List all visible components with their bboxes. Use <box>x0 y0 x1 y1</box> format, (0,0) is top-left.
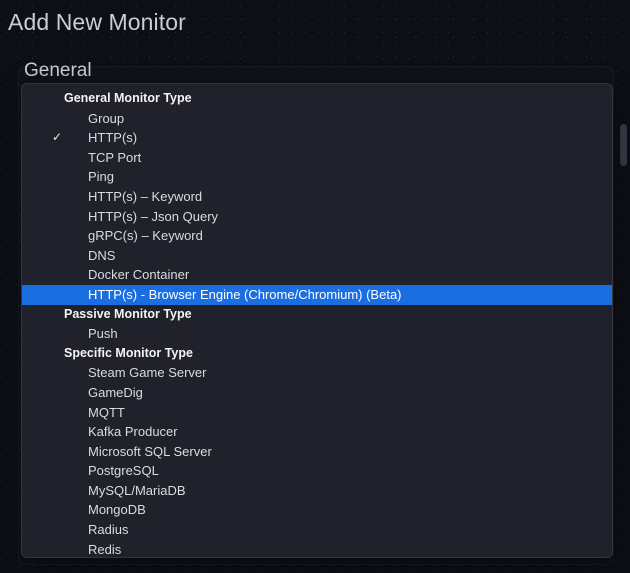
dropdown-option[interactable]: GameDig <box>22 383 612 403</box>
dropdown-option[interactable]: HTTP(s) – Keyword <box>22 187 612 207</box>
dropdown-option[interactable]: TCP Port <box>22 148 612 168</box>
dropdown-option[interactable]: Kafka Producer <box>22 422 612 442</box>
dropdown-option[interactable]: HTTP(s) <box>22 128 612 148</box>
page-title: Add New Monitor <box>8 9 186 36</box>
dropdown-option[interactable]: Docker Container <box>22 265 612 285</box>
vertical-scrollbar-thumb[interactable] <box>620 124 627 166</box>
page-background: Add New Monitor General General Monitor … <box>0 0 630 573</box>
option-group-label: Passive Monitor Type <box>22 305 612 325</box>
dropdown-option[interactable]: HTTP(s) - Browser Engine (Chrome/Chromiu… <box>22 285 612 305</box>
dropdown-option[interactable]: Microsoft SQL Server <box>22 442 612 462</box>
option-group-label: General Monitor Type <box>22 89 612 109</box>
vertical-scrollbar[interactable] <box>619 68 628 563</box>
dropdown-option[interactable]: gRPC(s) – Keyword <box>22 226 612 246</box>
dropdown-option[interactable]: Redis <box>22 540 612 558</box>
dropdown-option[interactable]: Push <box>22 324 612 344</box>
dropdown-option[interactable]: HTTP(s) – Json Query <box>22 207 612 227</box>
dropdown-option[interactable]: Radius <box>22 520 612 540</box>
dropdown-option[interactable]: Ping <box>22 167 612 187</box>
dropdown-option[interactable]: Steam Game Server <box>22 363 612 383</box>
dropdown-option[interactable]: MongoDB <box>22 500 612 520</box>
option-group-label: Specific Monitor Type <box>22 344 612 364</box>
dropdown-option[interactable]: MQTT <box>22 403 612 423</box>
dropdown-option[interactable]: MySQL/MariaDB <box>22 481 612 501</box>
dropdown-option[interactable]: PostgreSQL <box>22 461 612 481</box>
monitor-type-dropdown[interactable]: General Monitor TypeGroupHTTP(s)TCP Port… <box>21 83 613 558</box>
dropdown-option[interactable]: Group <box>22 109 612 129</box>
section-heading-general: General <box>24 60 92 82</box>
dropdown-option[interactable]: DNS <box>22 246 612 266</box>
